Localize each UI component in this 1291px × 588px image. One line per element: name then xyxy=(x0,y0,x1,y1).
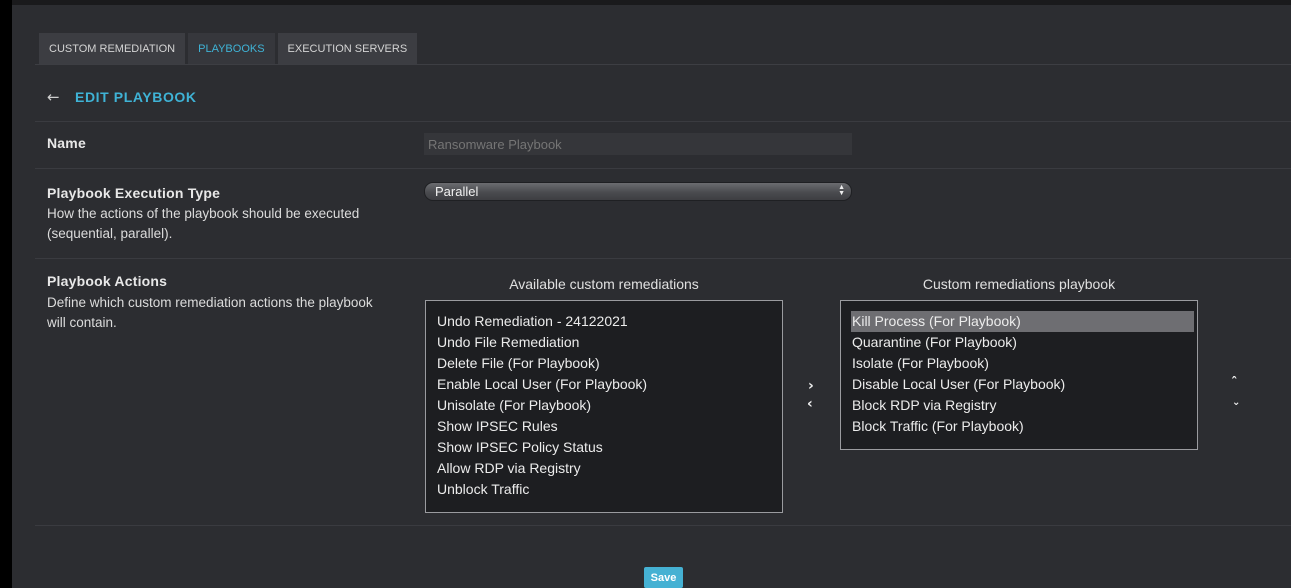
list-item[interactable]: Undo File Remediation xyxy=(436,332,772,353)
list-item[interactable]: Unblock Traffic xyxy=(436,479,772,500)
list-item[interactable]: Undo Remediation - 24122021 xyxy=(436,311,772,332)
playbook-actions-description: Define which custom remediation actions … xyxy=(47,295,373,330)
list-item[interactable]: Quarantine (For Playbook) xyxy=(851,332,1194,353)
execution-type-select[interactable]: Parallel ▲ ▼ xyxy=(424,182,852,201)
list-item[interactable]: Show IPSEC Policy Status xyxy=(436,437,772,458)
execution-type-value: Parallel xyxy=(435,184,479,199)
app-panel: CUSTOM REMEDIATION PLAYBOOKS EXECUTION S… xyxy=(12,5,1291,588)
list-item[interactable]: Unisolate (For Playbook) xyxy=(436,395,772,416)
list-item[interactable]: Allow RDP via Registry xyxy=(436,458,772,479)
chevron-right-icon[interactable]: › xyxy=(808,379,814,393)
arrow-left-icon[interactable]: ← xyxy=(47,90,63,105)
tab-bar: CUSTOM REMEDIATION PLAYBOOKS EXECUTION S… xyxy=(39,33,420,65)
header-divider xyxy=(35,121,1291,122)
playbook-remediations-list[interactable]: Kill Process (For Playbook) Quarantine (… xyxy=(840,300,1198,450)
execution-type-description: How the actions of the playbook should b… xyxy=(47,206,360,241)
list-item[interactable]: Kill Process (For Playbook) xyxy=(851,311,1194,332)
available-heading: Available custom remediations xyxy=(509,276,699,292)
playbook-name-input[interactable] xyxy=(424,133,852,155)
list-item[interactable]: Disable Local User (For Playbook) xyxy=(851,374,1194,395)
row-divider xyxy=(35,168,1291,169)
name-label: Name xyxy=(47,135,86,151)
chevron-down-icon[interactable]: ⌄ xyxy=(1232,396,1240,410)
save-button[interactable]: Save xyxy=(644,567,683,588)
list-item[interactable]: Block RDP via Registry xyxy=(851,395,1194,416)
tab-divider xyxy=(35,64,1291,65)
list-item[interactable]: Block Traffic (For Playbook) xyxy=(851,416,1194,437)
window-edge-left xyxy=(0,0,12,588)
select-arrows-icon: ▲ ▼ xyxy=(838,184,845,197)
list-item[interactable]: Isolate (For Playbook) xyxy=(851,353,1194,374)
playbook-actions-label: Playbook Actions xyxy=(47,273,168,289)
playbook-heading: Custom remediations playbook xyxy=(922,276,1116,292)
available-remediations-list[interactable]: Undo Remediation - 24122021 Undo File Re… xyxy=(425,300,783,513)
list-item[interactable]: Delete File (For Playbook) xyxy=(436,353,772,374)
chevron-left-icon[interactable]: ‹ xyxy=(807,397,813,411)
list-item[interactable]: Show IPSEC Rules xyxy=(436,416,772,437)
tab-custom-remediation[interactable]: CUSTOM REMEDIATION xyxy=(39,33,186,65)
chevron-up-icon[interactable]: ˆ xyxy=(1231,377,1238,391)
tab-playbooks[interactable]: PLAYBOOKS xyxy=(188,33,275,65)
execution-type-label: Playbook Execution Type xyxy=(47,185,221,201)
page-header: ← EDIT PLAYBOOK xyxy=(47,89,197,105)
row-divider xyxy=(35,525,1291,526)
tab-execution-servers[interactable]: EXECUTION SERVERS xyxy=(277,33,418,65)
page-title: EDIT PLAYBOOK xyxy=(75,89,197,105)
row-divider xyxy=(35,258,1291,259)
list-item[interactable]: Enable Local User (For Playbook) xyxy=(436,374,772,395)
